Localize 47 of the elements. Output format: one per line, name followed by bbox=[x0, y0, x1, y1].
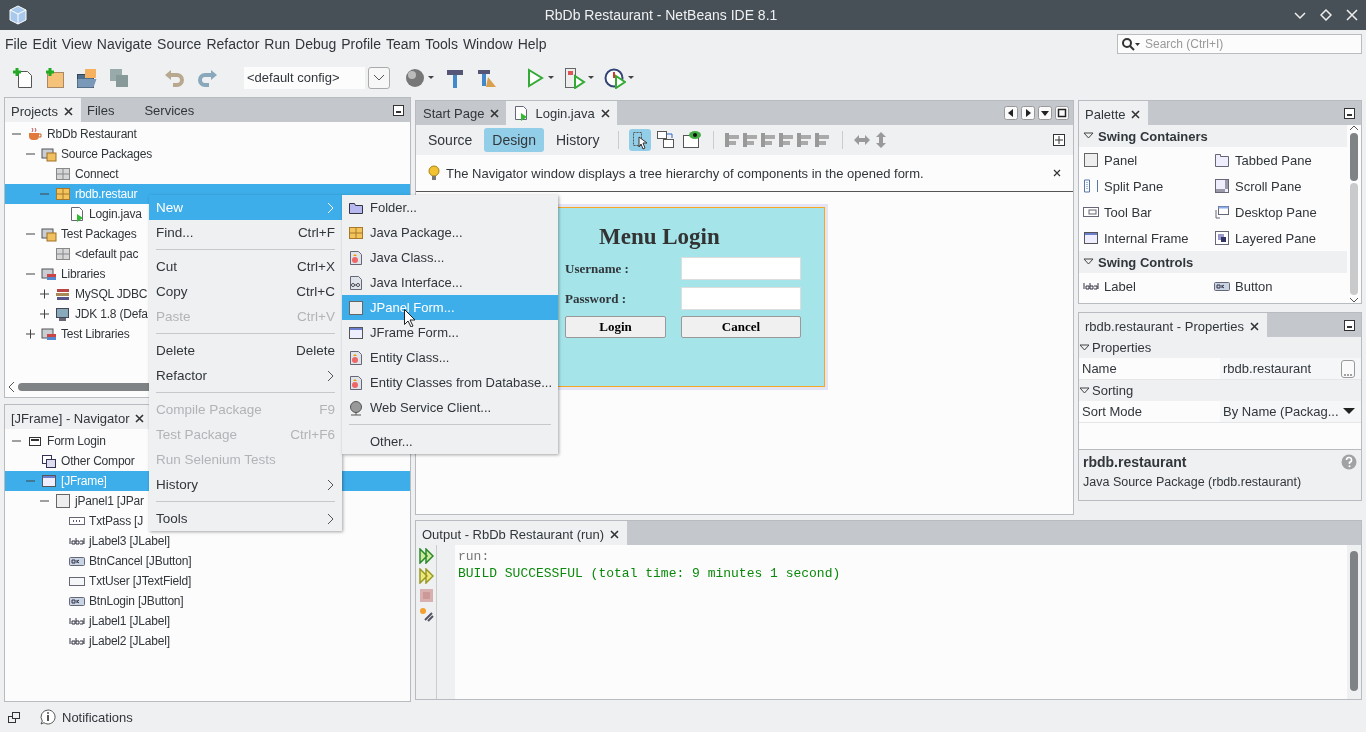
window-title: RbDb Restaurant - NetBeans IDE 8.1 bbox=[543, 7, 779, 23]
shortcut-label: Ctrl+F bbox=[297, 225, 335, 240]
shortcut-label: Ctrl+V bbox=[297, 309, 335, 324]
property-name: Sort Mode bbox=[1081, 404, 1143, 419]
form-title: Menu Login bbox=[599, 224, 721, 250]
tree-item-label: Test Libraries bbox=[61, 327, 130, 341]
description-title: rbdb.restaurant bbox=[1083, 454, 1187, 470]
section-title: Sorting bbox=[1092, 383, 1134, 398]
tree-item-label: BtnLogin [JButton] bbox=[89, 594, 184, 608]
tree-item-label: Source Packages bbox=[61, 147, 153, 161]
tree-item-label: Login.java bbox=[89, 207, 142, 221]
tree-item-label: Libraries bbox=[61, 267, 106, 281]
tree-item-label: Form Login bbox=[47, 434, 106, 448]
tree-item-label: jPanel1 [JPar bbox=[75, 494, 144, 508]
tree-item-label: RbDb Restaurant bbox=[47, 127, 137, 141]
description-text: Java Source Package (rbdb.restaurant) bbox=[1083, 475, 1303, 489]
shortcut-label: F9 bbox=[319, 402, 335, 417]
form-label: Username : bbox=[565, 260, 630, 277]
output-line: run: bbox=[458, 549, 491, 566]
output-line: BUILD SUCCESSFUL (total time: 9 minutes 1 second) bbox=[458, 566, 842, 583]
tree-item-label: JDK 1.8 (Defa bbox=[75, 307, 148, 321]
panel-title: Output - RbDb Restaurant (run) bbox=[416, 521, 628, 545]
tree-item-label: TxtUser [JTextField] bbox=[89, 574, 192, 588]
shortcut-label: Ctrl+X bbox=[297, 259, 335, 274]
panel-title: rbdb.restaurant - Properties bbox=[1079, 313, 1267, 337]
tree-item-label: [JFrame] bbox=[61, 474, 107, 488]
tree-item-label: BtnCancel [JButton] bbox=[89, 554, 192, 568]
shortcut-label: Ctrl+F6 bbox=[290, 427, 335, 442]
tree-item-label: jLabel2 [JLabel] bbox=[89, 634, 170, 648]
section-title: Swing Containers bbox=[1098, 128, 1208, 144]
tree-item-label: jLabel1 [JLabel] bbox=[89, 614, 170, 628]
tree-item-label: Test Packages bbox=[61, 227, 137, 241]
section-title: Swing Controls bbox=[1098, 254, 1194, 270]
tree-item-label: MySQL JDBC bbox=[75, 287, 148, 301]
property-name: Name bbox=[1081, 361, 1118, 376]
tree-item-label: TxtPass [J bbox=[89, 514, 143, 528]
tree-item-label: <default pac bbox=[75, 247, 139, 261]
shortcut-label: Ctrl+C bbox=[296, 284, 335, 299]
shortcut-label: Delete bbox=[295, 343, 335, 358]
tree-item-label: Other Compor bbox=[61, 454, 135, 468]
tree-item-label: Connect bbox=[75, 167, 119, 181]
tree-item-label: jLabel3 [JLabel] bbox=[89, 534, 170, 548]
hint-text: The Navigator window displays a tree hierarchy of components in the opened form. bbox=[446, 165, 925, 181]
panel-title: Palette bbox=[1079, 101, 1149, 125]
section-title: Properties bbox=[1092, 340, 1152, 355]
tree-item-label: rbdb.restaur bbox=[75, 187, 138, 201]
form-label: Password : bbox=[565, 290, 628, 307]
